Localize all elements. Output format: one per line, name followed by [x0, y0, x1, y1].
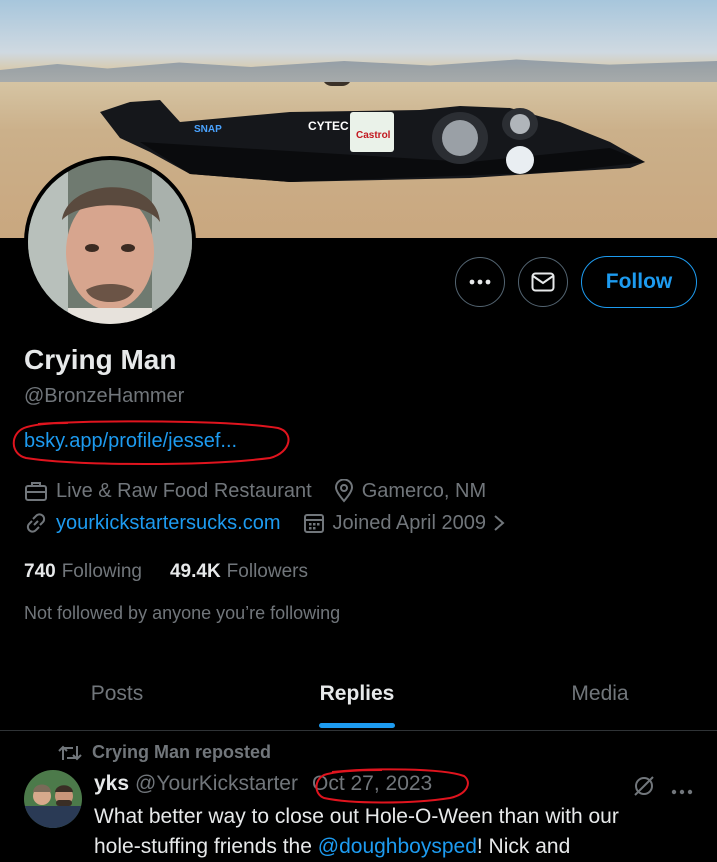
tweet-text-end: ! Nick and — [476, 835, 571, 858]
location-text: Gamerco, NM — [361, 479, 487, 502]
tab-replies[interactable]: Replies — [239, 658, 475, 730]
tweet-date[interactable]: Oct 27, 2023 — [312, 772, 432, 796]
followers-stat[interactable]: 49.4K Followers — [170, 561, 308, 583]
joined-item[interactable]: Joined April 2009 — [303, 512, 514, 535]
tweet-header: yks @YourKickstarter Oct 27, 2023 — [94, 772, 432, 796]
tweet-author-avatar[interactable] — [24, 770, 82, 828]
joined-text: Joined April 2009 — [332, 511, 486, 534]
message-button[interactable] — [518, 257, 568, 307]
tweet-mention[interactable]: @doughboysped — [318, 835, 477, 858]
following-stat[interactable]: 740 Following — [24, 561, 142, 583]
briefcase-icon — [25, 482, 47, 501]
location-item: Gamerco, NM — [334, 479, 486, 503]
snap-decal: SNAP — [194, 124, 222, 135]
tweet-text-line-2: hole-stuffing friends the @doughboysped!… — [94, 832, 694, 862]
follow-stats: 740 Following 49.4K Followers — [24, 561, 336, 583]
website-item: yourkickstartersucks.com — [24, 511, 281, 535]
tweet-avatar-image — [24, 770, 82, 828]
castrol-decal: Castrol — [356, 130, 391, 141]
follow-button[interactable]: Follow — [581, 256, 697, 308]
tweet-more-button[interactable] — [671, 782, 693, 800]
active-tab-indicator — [319, 723, 395, 728]
tab-posts[interactable]: Posts — [0, 658, 234, 730]
website-link[interactable]: yourkickstartersucks.com — [56, 512, 281, 535]
banner-mountains — [0, 59, 717, 82]
more-options-button[interactable] — [455, 257, 505, 307]
tweet-text-part: hole-stuffing friends the — [94, 835, 318, 858]
cytec-decal: CYTEC — [308, 119, 349, 133]
grok-icon — [634, 776, 654, 796]
repost-icon — [58, 745, 82, 760]
display-name: Crying Man — [24, 344, 177, 375]
more-icon — [469, 279, 491, 285]
following-label: Following — [61, 561, 142, 582]
grok-button[interactable] — [632, 774, 656, 803]
category-text: Live & Raw Food Restaurant — [56, 479, 312, 502]
location-icon — [334, 479, 353, 503]
tweet-text: What better way to close out Hole-O-Ween… — [94, 802, 694, 862]
not-followed-note: Not followed by anyone you’re following — [24, 603, 341, 623]
tab-media[interactable]: Media — [482, 658, 717, 730]
message-icon — [531, 272, 555, 292]
tweet-author-handle[interactable]: @YourKickstarter — [135, 772, 298, 796]
tweet-text-line-1: What better way to close out Hole-O-Ween… — [94, 805, 619, 828]
profile-meta-row-1: Live & Raw Food Restaurant Gamerco, NM — [24, 479, 508, 503]
followers-count: 49.4K — [169, 561, 221, 582]
profile-handle: @BronzeHammer — [24, 385, 185, 407]
link-icon — [26, 513, 46, 533]
chevron-right-icon — [494, 515, 505, 531]
category-item: Live & Raw Food Restaurant — [24, 480, 312, 503]
more-icon — [671, 789, 693, 795]
followers-label: Followers — [226, 561, 308, 582]
banner-jet-car: Castrol CYTEC SNAP — [100, 82, 645, 182]
tweet-author-name[interactable]: yks — [94, 772, 129, 796]
repost-text[interactable]: Crying Man reposted — [92, 742, 271, 763]
avatar-image — [28, 160, 192, 324]
profile-avatar[interactable] — [24, 156, 196, 328]
profile-tabs: Posts Replies Media — [0, 658, 717, 731]
repost-indicator: Crying Man reposted — [58, 742, 271, 763]
calendar-icon — [303, 514, 324, 533]
following-count: 740 — [24, 561, 56, 582]
bio-link[interactable]: bsky.app/profile/jessef... — [24, 430, 237, 453]
profile-meta-row-2: yourkickstartersucks.com Joined April 20… — [24, 511, 536, 535]
